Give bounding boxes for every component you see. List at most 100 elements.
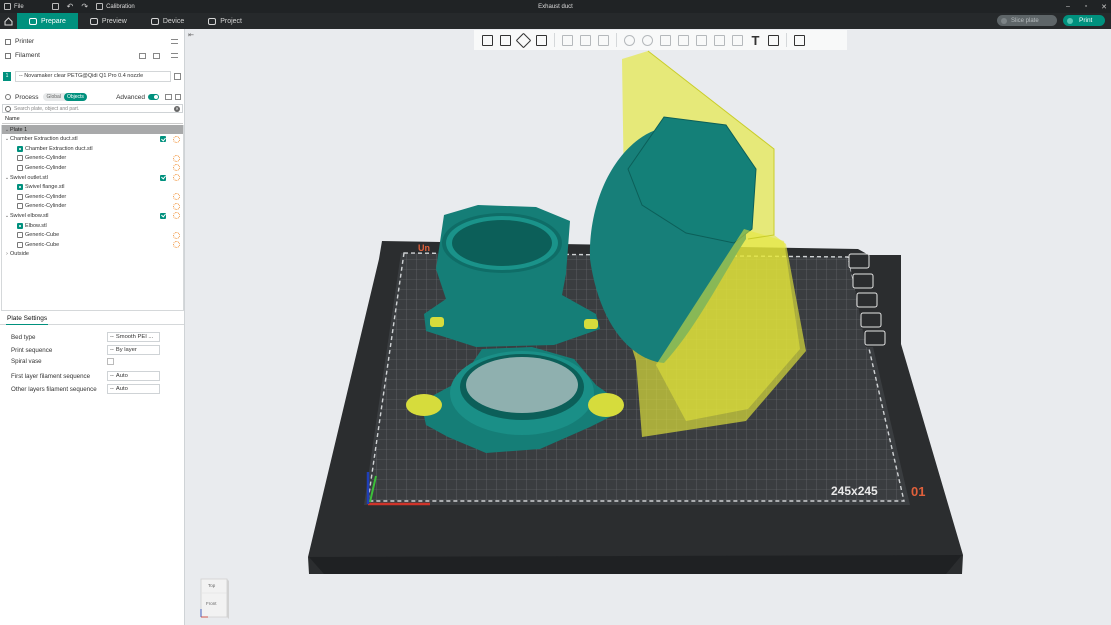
tree-row-modifier[interactable]: Generic-Cylinder [2, 163, 183, 172]
text-tool-button[interactable]: T [748, 33, 763, 48]
save-button[interactable] [48, 0, 63, 13]
filament-settings-icon[interactable] [171, 53, 178, 58]
scale-button[interactable] [658, 33, 673, 48]
filament-select[interactable]: -- Novamaker clear PETG@Qidi Q1 Pro 0.4 … [15, 70, 171, 82]
add-filament-icon[interactable] [139, 52, 146, 59]
layers-button[interactable] [596, 33, 611, 48]
undo-button[interactable]: ↶ [63, 0, 78, 13]
orient-icon [515, 32, 532, 48]
tree-row-modifier[interactable]: Generic-Cube [2, 240, 183, 249]
measure-button[interactable] [792, 33, 807, 48]
modifier-settings-icon[interactable] [173, 193, 180, 201]
bed-size-label: 245x245 [831, 484, 878, 498]
edit-filament-icon[interactable] [174, 72, 181, 80]
object-tree: ⌄ Plate 1 ⌄ Chamber Extraction duct.stl Cham… [1, 125, 184, 311]
split-parts-button[interactable] [578, 33, 593, 48]
close-icon[interactable]: ✕ [1101, 3, 1107, 11]
compare-icon[interactable] [165, 94, 172, 100]
move-button[interactable] [622, 33, 637, 48]
tab-project[interactable]: Project [196, 13, 254, 29]
remove-filament-icon[interactable] [153, 52, 160, 59]
print-sequence-select[interactable]: -- By layer [107, 345, 160, 355]
bed-type-select[interactable]: -- Smooth PEI ... [107, 332, 160, 342]
object-visible-checkbox[interactable] [160, 212, 166, 219]
tree-row-modifier[interactable]: Generic-Cylinder [2, 192, 183, 201]
tree-row-label: Chamber Extraction duct.stl [25, 145, 93, 152]
clear-search-icon[interactable]: ✕ [174, 105, 180, 112]
printer-settings-icon[interactable] [171, 39, 178, 44]
redo-button[interactable]: ↷ [77, 0, 92, 13]
add-object-button[interactable] [480, 33, 495, 48]
modifier-settings-icon[interactable] [173, 154, 180, 162]
tab-preview[interactable]: Preview [78, 13, 139, 29]
tree-row-modifier[interactable]: Generic-Cylinder [2, 154, 183, 163]
slice-plate-button[interactable]: Slice plate [997, 15, 1057, 26]
object-settings-icon[interactable] [173, 135, 180, 143]
search-input[interactable]: Search plate, object and part. [14, 106, 79, 112]
rotate-button[interactable] [640, 33, 655, 48]
tab-device[interactable]: Device [139, 13, 196, 29]
home-button[interactable] [0, 13, 17, 29]
tree-row-modifier[interactable]: Generic-Cube [2, 231, 183, 240]
seam-paint-button[interactable] [730, 33, 745, 48]
filament-section[interactable]: Filament [0, 52, 184, 59]
3d-viewport[interactable]: ⇤ 245x245 01 Un T Top Front [186, 29, 1111, 625]
object-visible-checkbox[interactable] [160, 136, 166, 143]
assembly-button[interactable] [766, 33, 781, 48]
tree-row-object[interactable]: ⌄ Chamber Extraction duct.stl [2, 135, 183, 144]
tree-row-part[interactable]: Elbow.stl [2, 221, 183, 230]
scene-canvas[interactable]: 245x245 01 Un [186, 29, 1111, 625]
modifier-settings-icon[interactable] [173, 202, 180, 210]
printer-section[interactable]: Printer [0, 38, 184, 45]
split-objects-button[interactable] [560, 33, 575, 48]
tree-row-object[interactable]: ⌄ Swivel elbow.stl [2, 211, 183, 220]
modifier-settings-icon[interactable] [173, 231, 180, 239]
advanced-toggle[interactable] [148, 94, 159, 100]
object-visible-checkbox[interactable] [160, 174, 166, 181]
tree-row-modifier[interactable]: Generic-Cylinder [2, 202, 183, 211]
assembly-icon [768, 34, 779, 46]
tree-row-label: Generic-Cylinder [25, 164, 67, 171]
calibration-menu[interactable]: Calibration [92, 0, 139, 13]
support-paint-icon [714, 34, 725, 46]
redo-icon: ↷ [81, 2, 89, 11]
tree-row-label: Generic-Cylinder [25, 155, 67, 162]
tree-row-part[interactable]: Swivel flange.stl [2, 183, 183, 192]
layers-icon [598, 34, 609, 46]
cut-button[interactable] [694, 33, 709, 48]
plate-view-button[interactable] [534, 33, 549, 48]
modifier-settings-icon[interactable] [173, 241, 180, 249]
other-layers-value: Auto [115, 386, 128, 392]
orient-button[interactable] [515, 32, 532, 48]
tab-prepare[interactable]: Prepare [17, 13, 78, 29]
maximize-icon[interactable]: ▫ [1083, 3, 1089, 10]
arrange-button[interactable] [498, 33, 513, 48]
tab-preview-label: Preview [101, 17, 127, 25]
lay-on-face-button[interactable] [676, 33, 691, 48]
other-layers-select[interactable]: -- Auto [107, 384, 160, 394]
file-menu[interactable]: File [0, 0, 28, 13]
spiral-vase-checkbox[interactable] [107, 358, 114, 365]
lay-on-face-icon [678, 34, 689, 46]
print-button[interactable]: Print [1063, 15, 1105, 26]
process-settings-icon[interactable] [175, 94, 181, 100]
support-paint-button[interactable] [712, 33, 727, 48]
cut-icon [696, 34, 707, 46]
tree-row-plate[interactable]: › Outside [2, 250, 183, 259]
modifier-settings-icon[interactable] [173, 164, 180, 172]
device-icon [150, 17, 159, 25]
tree-row-part[interactable]: Chamber Extraction duct.stl [2, 144, 183, 153]
process-label: Process [15, 93, 39, 101]
process-tab-objects[interactable]: Objects [63, 93, 87, 101]
minimize-icon[interactable]: – [1065, 3, 1071, 10]
object-settings-icon[interactable] [173, 174, 180, 181]
tree-row-plate[interactable]: ⌄ Plate 1 [2, 125, 183, 134]
plate-settings-tab[interactable]: Plate Settings [6, 313, 49, 325]
process-tab-global[interactable]: Global [43, 93, 63, 101]
object-settings-icon[interactable] [173, 212, 180, 220]
calibration-label: Calibration [106, 3, 135, 10]
other-layers-row: Other layers filament sequence -- Auto [11, 384, 171, 394]
view-cube[interactable]: Top Front [200, 577, 230, 621]
tree-row-object[interactable]: ⌄ Swivel outlet.stl [2, 173, 183, 182]
first-layer-select[interactable]: -- Auto [107, 371, 160, 381]
